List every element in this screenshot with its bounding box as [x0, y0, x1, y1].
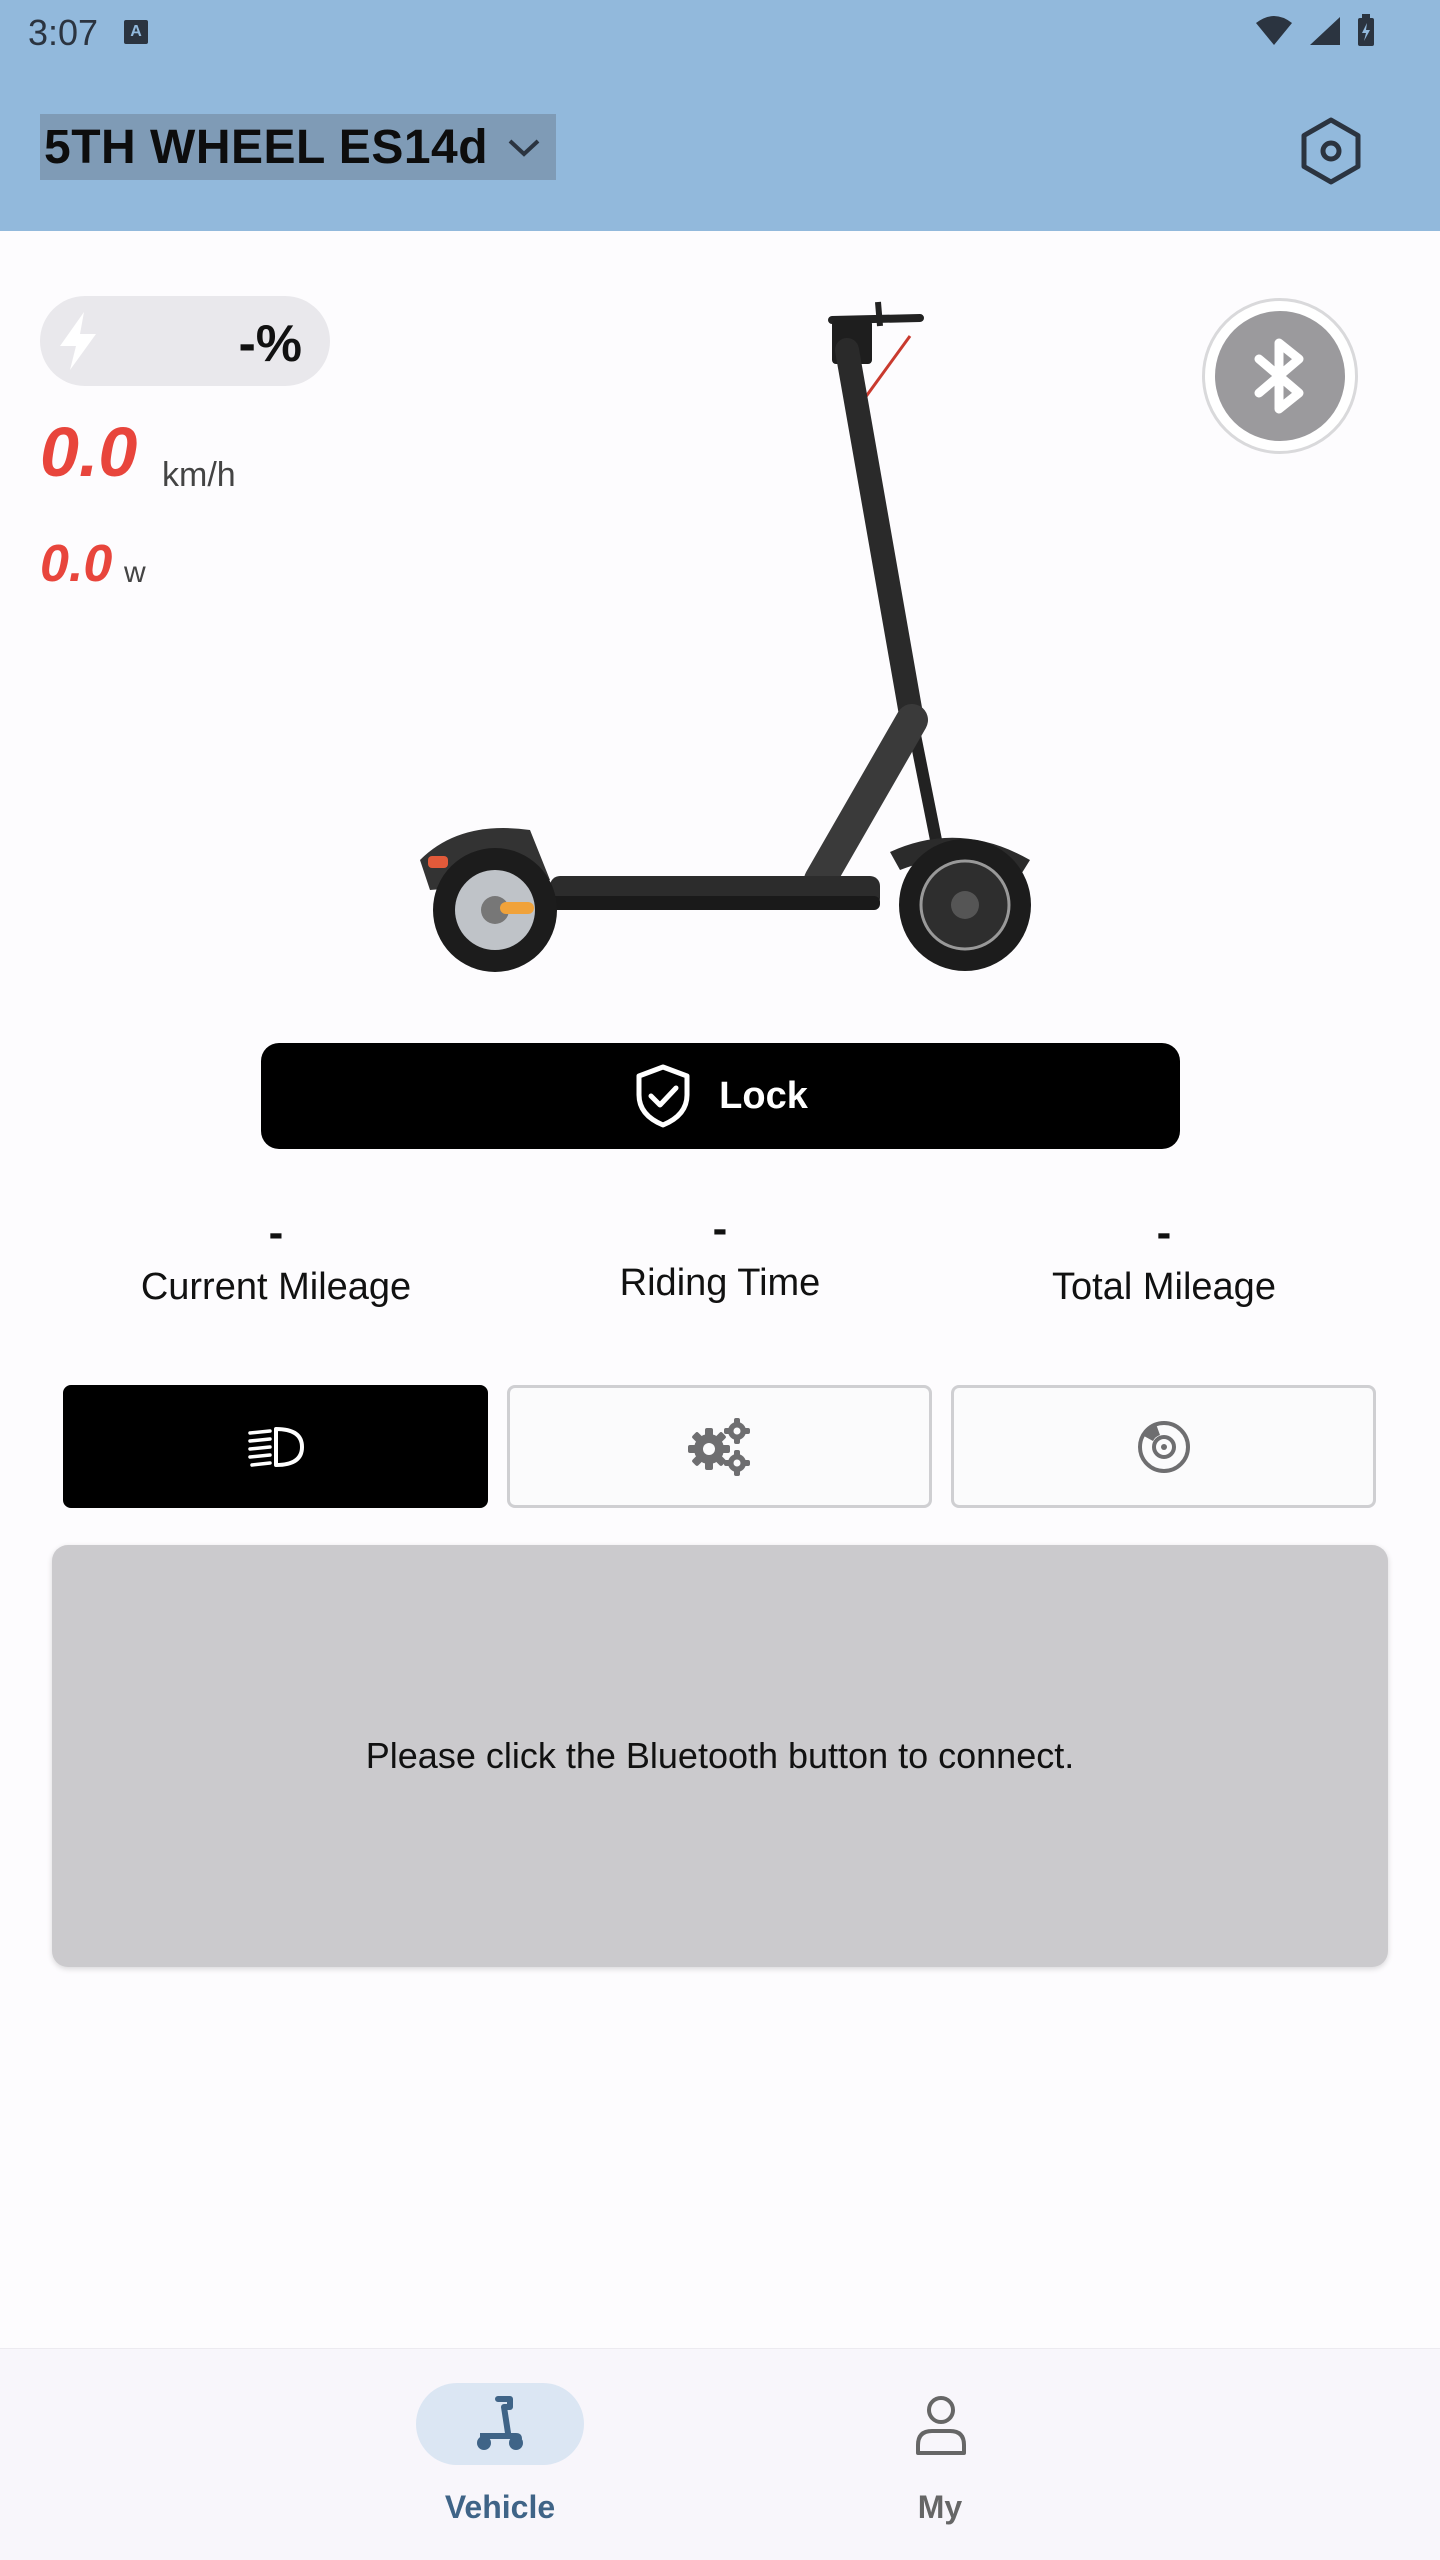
signal-icon — [1310, 17, 1340, 45]
nav-pill-inactive — [856, 2383, 1024, 2465]
stat-value: - — [1156, 1208, 1172, 1257]
bluetooth-button[interactable] — [1202, 298, 1358, 454]
nav-item-my[interactable]: My — [790, 2349, 1090, 2560]
hexagon-settings-icon[interactable] — [1294, 114, 1368, 188]
status-icons — [1254, 14, 1376, 48]
scooter-icon — [477, 2396, 523, 2450]
bluetooth-icon — [1254, 338, 1304, 414]
nav-label-my: My — [917, 2489, 963, 2525]
brake-disc-icon — [1137, 1420, 1190, 1473]
stat-label: Current Mileage — [140, 1266, 412, 1308]
battery-indicator: -% — [40, 296, 330, 386]
nav-item-vehicle[interactable]: Vehicle — [350, 2349, 650, 2560]
stat-current-mileage: - Current Mileage — [76, 1208, 476, 1309]
brake-button[interactable] — [951, 1385, 1376, 1508]
stat-label: Riding Time — [619, 1262, 821, 1304]
power-value: 0.0 — [40, 535, 113, 593]
gears-icon — [687, 1417, 750, 1476]
scooter-image — [420, 301, 1031, 972]
wifi-icon — [1256, 16, 1292, 45]
battery-percent: -% — [238, 315, 302, 373]
speed-value: 0.0 — [40, 413, 138, 491]
person-icon — [916, 2396, 966, 2455]
stat-value: - — [712, 1204, 728, 1253]
gears-button[interactable] — [507, 1385, 932, 1508]
headlight-button[interactable] — [63, 1385, 488, 1508]
stat-total-mileage: - Total Mileage — [964, 1208, 1364, 1309]
lock-button[interactable]: Lock — [261, 1043, 1180, 1149]
stat-value: - — [268, 1208, 284, 1257]
chevron-down-icon — [508, 139, 540, 157]
status-bar: 3:07 A — [0, 0, 1440, 64]
connection-message: Please click the Bluetooth button to con… — [365, 1735, 1075, 1776]
headlight-icon — [247, 1426, 304, 1467]
vehicle-selector[interactable]: 5TH WHEEL ES14d — [40, 114, 556, 180]
shield-check-icon — [636, 1064, 690, 1128]
stat-label: Total Mileage — [1052, 1266, 1276, 1308]
nav-label-vehicle: Vehicle — [444, 2489, 556, 2525]
vehicle-name: 5TH WHEEL ES14d — [44, 120, 489, 174]
nav-active-indicator — [416, 2383, 584, 2465]
power-unit: w — [124, 556, 146, 589]
connection-info-panel: Please click the Bluetooth button to con… — [52, 1545, 1388, 1967]
battery-status-icon — [1358, 14, 1374, 46]
lightning-icon — [60, 312, 96, 370]
status-time: 3:07 — [28, 12, 99, 53]
lock-label: Lock — [719, 1074, 808, 1117]
speed-unit: km/h — [162, 456, 236, 494]
stat-riding-time: - Riding Time — [520, 1204, 920, 1305]
notification-icon: A — [124, 20, 148, 44]
bottom-navigation: Vehicle My — [0, 2348, 1440, 2560]
bluetooth-button-fill — [1215, 311, 1345, 441]
app-header: 3:07 A 5TH WHEEL ES14d — [0, 0, 1440, 231]
